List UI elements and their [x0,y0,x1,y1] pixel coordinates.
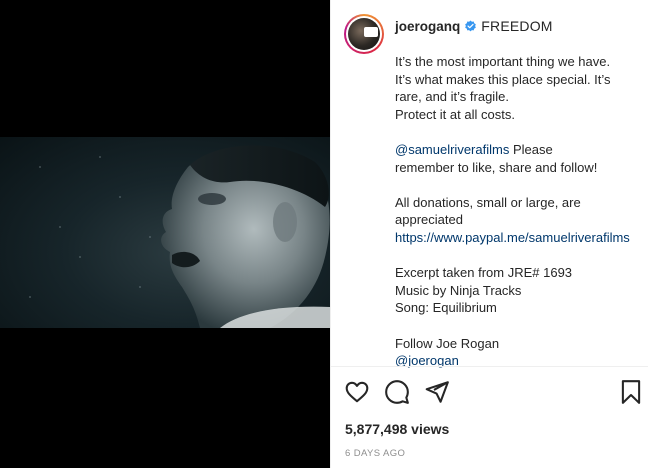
caption-line: Protect it at all costs. [395,106,515,122]
post-media[interactable] [0,0,330,468]
video-player[interactable] [0,137,330,328]
caption-line: All donations, small or large, are [395,194,581,210]
post-header: joeroganq FREEDOM [331,0,648,56]
action-bar [330,370,648,410]
paypal-link[interactable]: https://www.paypal.me/samuelriverafilms [395,230,630,245]
caption-line: Song: Equilibrium [395,300,497,316]
username-link[interactable]: joeroganq [395,19,460,34]
caption-line: rare, and it’s fragile. [395,89,509,105]
caption-line: https://www.paypal.me/samuelriverafilms [395,229,648,247]
caption-line: Follow Joe Rogan [395,335,500,351]
bookmark-icon [618,379,646,405]
caption-line: remember to like, share and follow! [395,159,598,175]
comment-icon [384,379,412,405]
caption-line: It’s what makes this place special. It’s [395,71,611,87]
comment-button[interactable] [384,379,412,407]
caption-line: Music by Ninja Tracks [395,282,522,298]
caption-line: Excerpt taken from JRE# 1693 [395,265,573,281]
mention-link[interactable]: @samuelriverafilms [395,142,509,157]
verified-badge-icon [464,20,477,33]
avatar[interactable] [344,14,384,54]
heart-icon [344,379,372,405]
avatar-image [348,18,380,50]
caption-line: It’s the most important thing we have. [395,54,611,69]
share-button[interactable] [424,379,452,407]
post-caption: It’s the most important thing we have. I… [395,53,648,369]
video-still-image [29,145,330,328]
caption-line: @samuelriverafilms Please [395,141,553,157]
post-title: FREEDOM [481,18,553,34]
post-timestamp[interactable]: 6 DAYS AGO [345,448,405,459]
save-button[interactable] [618,379,646,407]
view-count[interactable]: 5,877,498 views [345,421,449,437]
divider [330,366,648,367]
like-button[interactable] [344,379,372,407]
caption-line: appreciated [395,212,463,228]
post-header-text: joeroganq FREEDOM [395,18,553,34]
paper-plane-icon [424,379,452,405]
